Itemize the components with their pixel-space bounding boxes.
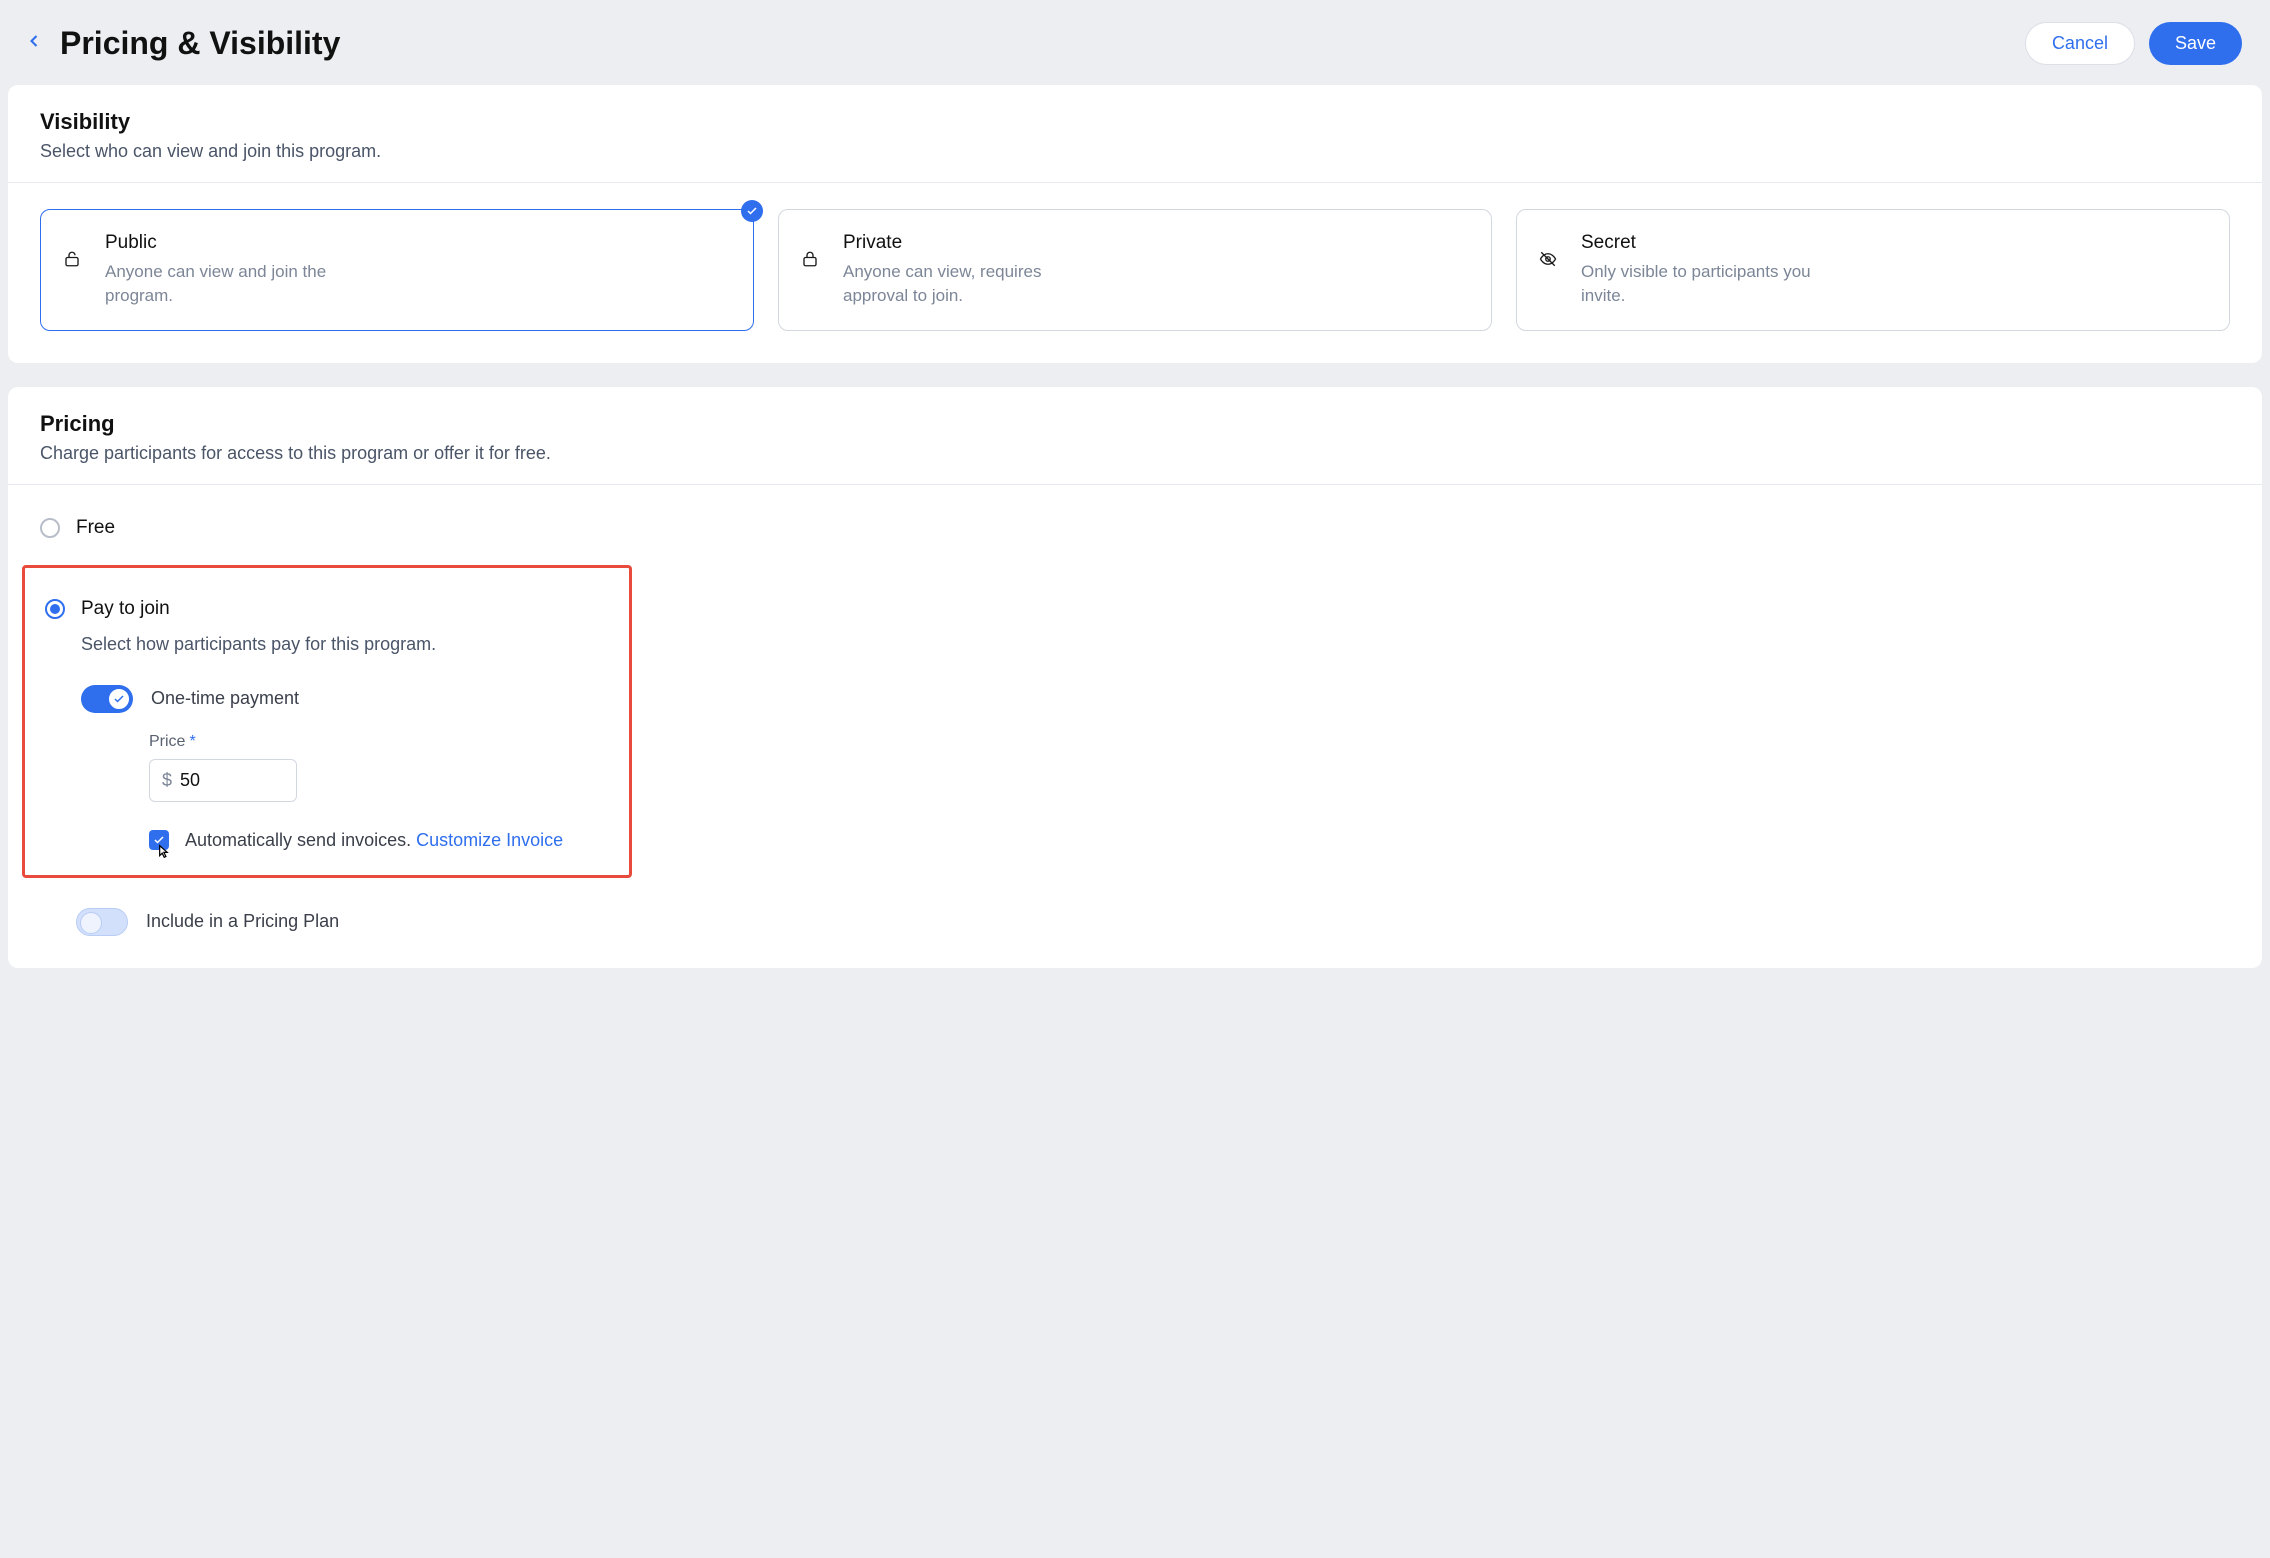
check-icon — [746, 205, 758, 217]
visibility-option-title: Secret — [1581, 232, 1841, 254]
pricing-radio-pay[interactable] — [45, 599, 65, 619]
eye-off-icon — [1539, 232, 1561, 308]
pricing-plan-label: Include in a Pricing Plan — [146, 911, 339, 932]
one-time-payment-toggle[interactable] — [81, 685, 133, 713]
pricing-free-label: Free — [76, 517, 115, 539]
selected-check-badge — [741, 200, 763, 222]
check-icon — [113, 693, 125, 705]
visibility-option-secret[interactable]: Secret Only visible to participants you … — [1516, 209, 2230, 331]
page-title: Pricing & Visibility — [60, 25, 340, 62]
visibility-option-desc: Only visible to participants you invite. — [1581, 260, 1841, 308]
visibility-option-desc: Anyone can view, requires approval to jo… — [843, 260, 1103, 308]
visibility-card: Visibility Select who can view and join … — [8, 85, 2262, 363]
price-input-wrap[interactable]: $ — [149, 759, 297, 802]
pricing-card: Pricing Charge participants for access t… — [8, 387, 2262, 968]
cancel-button[interactable]: Cancel — [2025, 22, 2135, 65]
pricing-plan-toggle[interactable] — [76, 908, 128, 936]
chevron-left-icon — [24, 31, 44, 51]
price-currency: $ — [162, 770, 172, 791]
pricing-radio-free[interactable] — [40, 518, 60, 538]
save-button[interactable]: Save — [2149, 22, 2242, 65]
cursor-pointer-icon — [153, 844, 173, 864]
visibility-option-title: Public — [105, 232, 365, 254]
pricing-pay-desc: Select how participants pay for this pro… — [81, 634, 609, 655]
visibility-option-private[interactable]: Private Anyone can view, requires approv… — [778, 209, 1492, 331]
required-asterisk: * — [189, 733, 195, 750]
pay-to-join-highlight: Pay to join Select how participants pay … — [22, 565, 632, 878]
one-time-payment-label: One-time payment — [151, 688, 299, 709]
pricing-pay-label: Pay to join — [81, 598, 170, 620]
lock-icon — [801, 232, 823, 308]
pricing-title: Pricing — [40, 411, 2230, 437]
back-button[interactable] — [8, 30, 60, 58]
visibility-option-desc: Anyone can view and join the program. — [105, 260, 365, 308]
auto-invoice-label: Automatically send invoices. — [185, 830, 411, 850]
price-input[interactable] — [180, 770, 284, 791]
price-label: Price — [149, 733, 185, 750]
visibility-subtitle: Select who can view and join this progra… — [40, 141, 2230, 162]
visibility-option-public[interactable]: Public Anyone can view and join the prog… — [40, 209, 754, 331]
unlock-icon — [63, 232, 85, 308]
pricing-subtitle: Charge participants for access to this p… — [40, 443, 2230, 464]
visibility-title: Visibility — [40, 109, 2230, 135]
visibility-option-title: Private — [843, 232, 1103, 254]
header-bar: Pricing & Visibility Cancel Save — [8, 10, 2262, 85]
customize-invoice-link[interactable]: Customize Invoice — [416, 830, 563, 850]
